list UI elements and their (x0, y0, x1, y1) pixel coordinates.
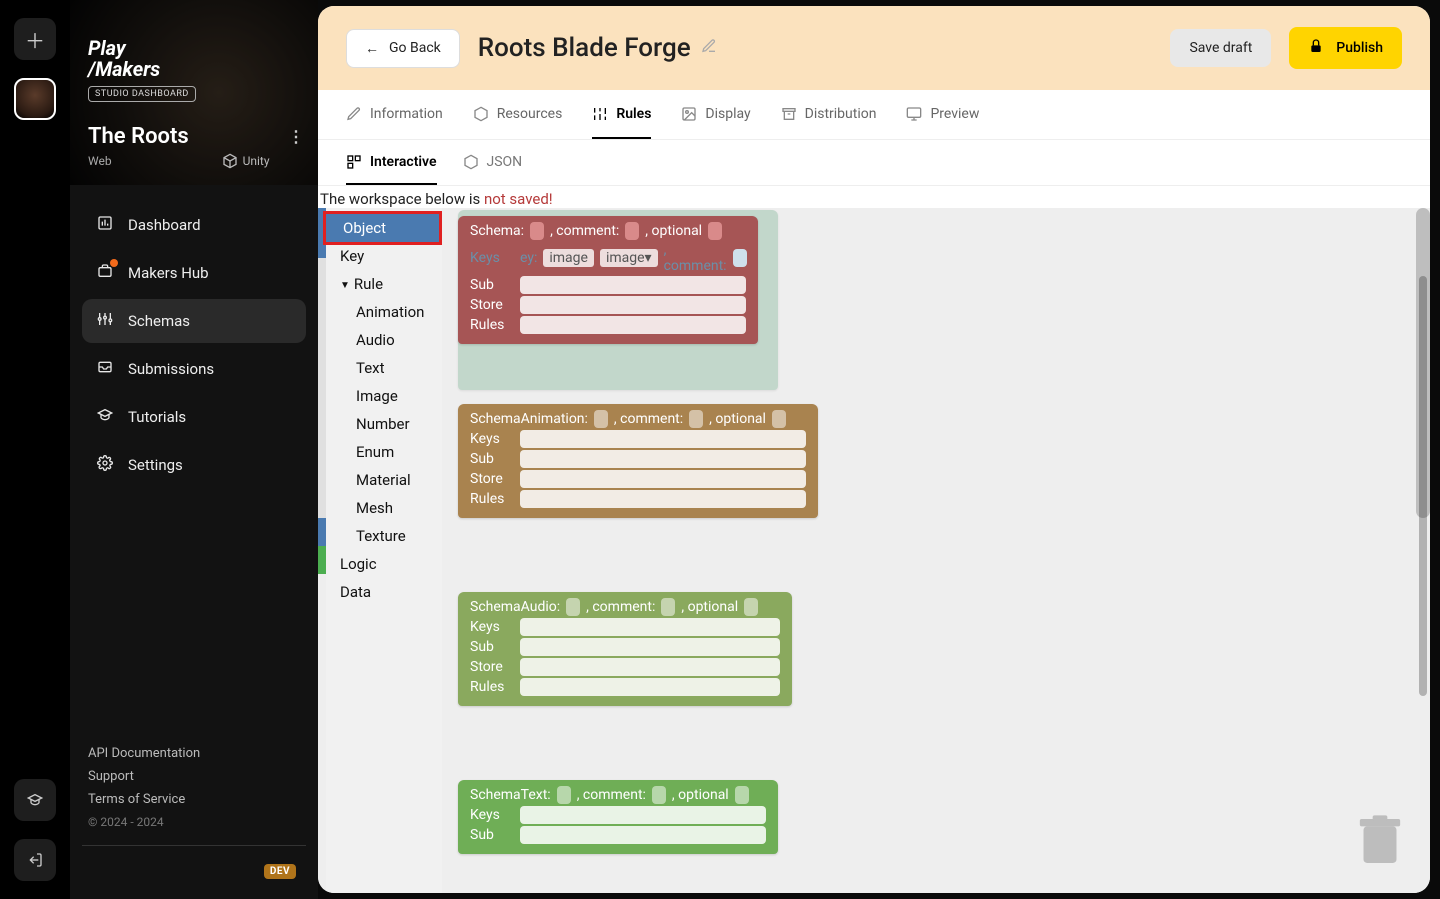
arrow-left-icon: ← (365, 40, 379, 57)
block-schema-text[interactable]: SchemaText: , comment: , optional Keys S… (458, 780, 778, 854)
publish-button[interactable]: Publish (1289, 27, 1402, 69)
add-project-button[interactable]: ＋ (14, 18, 56, 60)
toolbox-image[interactable]: Image (326, 382, 442, 410)
monitor-icon (906, 106, 922, 122)
toolbox-key[interactable]: Key (326, 242, 442, 270)
footer-api-docs-link[interactable]: API Documentation (88, 746, 300, 761)
brand-logo: Play /Makers (88, 38, 160, 80)
edit-title-button[interactable] (701, 38, 717, 58)
archive-icon (781, 106, 797, 122)
cube-icon (473, 106, 489, 122)
subtab-interactive[interactable]: Interactive (346, 140, 437, 185)
stage-header: ← Go Back Roots Blade Forge Save draft P… (318, 6, 1430, 90)
block-schema[interactable]: Schema: , comment: , optional Keys ey: i… (458, 216, 758, 344)
sidebar-hero: Play /Makers STUDIO DASHBOARD The Roots … (70, 0, 318, 185)
nav-submissions[interactable]: Submissions (82, 347, 306, 391)
tab-information[interactable]: Information (346, 90, 443, 139)
image-icon (681, 106, 697, 122)
graduation-cap-icon (27, 792, 43, 808)
tab-distribution[interactable]: Distribution (781, 90, 877, 139)
footer-copyright: © 2024 - 2024 (88, 815, 300, 829)
logout-rail-button[interactable] (14, 839, 56, 881)
inbox-icon (96, 359, 114, 379)
sidebar-footer: API Documentation Support Terms of Servi… (70, 732, 318, 899)
nav-settings[interactable]: Settings (82, 443, 306, 487)
notification-dot-icon (110, 259, 118, 267)
nav-label: Makers Hub (128, 264, 209, 282)
toolbox-rule[interactable]: Rule (326, 270, 442, 298)
go-back-button[interactable]: ← Go Back (346, 29, 460, 68)
pencil-icon (346, 106, 362, 122)
sliders-icon (96, 311, 114, 331)
sliders-icon (592, 106, 608, 122)
toolbox-material[interactable]: Material (326, 466, 442, 494)
toolbox-texture[interactable]: Texture (326, 522, 442, 550)
toolbox-animation[interactable]: Animation (326, 298, 442, 326)
subtab-json[interactable]: JSON (463, 140, 523, 185)
nav-label: Tutorials (128, 408, 186, 426)
primary-tabs: Information Resources Rules Display Dist… (318, 90, 1430, 140)
toolbox-text[interactable]: Text (326, 354, 442, 382)
toolbox-object[interactable]: Object (323, 211, 442, 245)
cube-icon (222, 153, 238, 169)
dev-badge: DEV (264, 864, 296, 879)
tab-rules[interactable]: Rules (592, 90, 651, 139)
toolbox-enum[interactable]: Enum (326, 438, 442, 466)
tab-preview[interactable]: Preview (906, 90, 979, 139)
tutorials-rail-button[interactable] (14, 779, 56, 821)
blockly-canvas[interactable]: Schema: , comment: , optional Keys ey: i… (442, 208, 1430, 893)
sidebar: Play /Makers STUDIO DASHBOARD The Roots … (70, 0, 318, 899)
sidebar-nav: Dashboard Makers Hub Schemas Submissions (70, 185, 318, 487)
cube-icon (463, 154, 479, 170)
secondary-tabs: Interactive JSON (318, 140, 1430, 186)
nav-tutorials[interactable]: Tutorials (82, 395, 306, 439)
gear-icon (96, 455, 114, 475)
trash-can[interactable] (1358, 815, 1402, 867)
nav-label: Schemas (128, 312, 190, 330)
trash-icon (1358, 815, 1402, 867)
toolbox-number[interactable]: Number (326, 410, 442, 438)
footer-support-link[interactable]: Support (88, 769, 300, 784)
pencil-icon (701, 38, 717, 54)
toolbox-category-strip (318, 208, 326, 893)
footer-tos-link[interactable]: Terms of Service (88, 792, 300, 807)
graduation-cap-icon (96, 407, 114, 427)
blocks-icon (346, 154, 362, 170)
project-platform: Web (88, 154, 112, 168)
blockly-workspace[interactable]: Object Key Rule Animation Audio Text Ima… (318, 208, 1430, 893)
save-draft-button[interactable]: Save draft (1170, 29, 1271, 67)
stage-scrollbar[interactable] (1419, 276, 1427, 696)
project-name: The Roots (88, 124, 189, 149)
logout-icon (27, 852, 43, 868)
nav-dashboard[interactable]: Dashboard (82, 203, 306, 247)
nav-schemas[interactable]: Schemas (82, 299, 306, 343)
tab-resources[interactable]: Resources (473, 90, 563, 139)
block-schema-animation[interactable]: SchemaAnimation: , comment: , optional K… (458, 404, 818, 518)
project-menu-button[interactable]: ⋮ (288, 127, 304, 146)
toolbox-audio[interactable]: Audio (326, 326, 442, 354)
block-schema-audio[interactable]: SchemaAudio: , comment: , optional Keys … (458, 592, 792, 706)
project-engine: Unity (222, 153, 270, 169)
chart-bar-icon (96, 215, 114, 235)
tab-display[interactable]: Display (681, 90, 750, 139)
nav-makers-hub[interactable]: Makers Hub (82, 251, 306, 295)
nav-label: Dashboard (128, 216, 201, 234)
nav-label: Submissions (128, 360, 214, 378)
project-thumbnail[interactable] (14, 78, 56, 120)
page-title: Roots Blade Forge (478, 33, 691, 63)
app-rail: ＋ (0, 0, 70, 899)
toolbox-logic[interactable]: Logic (326, 550, 442, 578)
lock-icon (1308, 38, 1324, 58)
plus-icon: ＋ (25, 25, 45, 54)
toolbox-data[interactable]: Data (326, 578, 442, 606)
main-stage: ← Go Back Roots Blade Forge Save draft P… (318, 6, 1430, 893)
blockly-toolbox: Object Key Rule Animation Audio Text Ima… (326, 208, 442, 893)
toolbox-mesh[interactable]: Mesh (326, 494, 442, 522)
studio-dashboard-badge: STUDIO DASHBOARD (88, 86, 196, 102)
nav-label: Settings (128, 456, 183, 474)
